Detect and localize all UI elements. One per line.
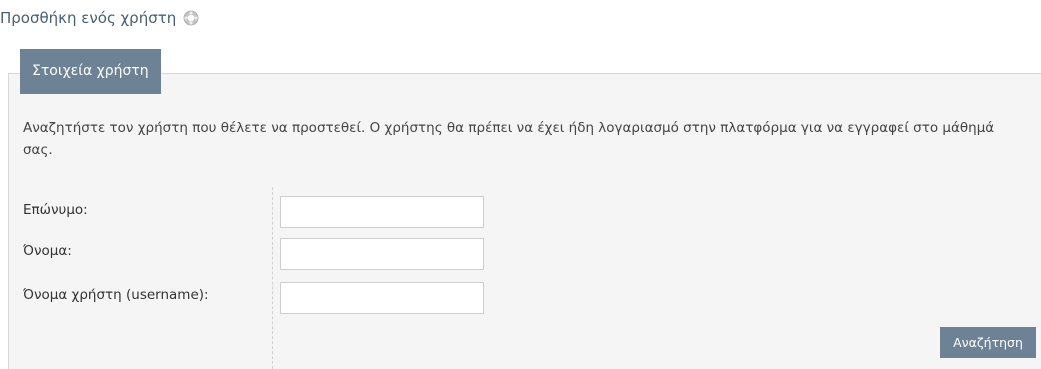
fieldset-legend: Στοιχεία χρήστη (20, 49, 161, 94)
page: Προσθήκη ενός χρήστη Στοιχεία χρήστη Ανα… (0, 0, 1041, 369)
help-lifebuoy-icon[interactable] (183, 10, 199, 26)
search-instructions: Αναζητήστε τον χρήστη που θέλετε να προσ… (23, 120, 995, 158)
page-title-row: Προσθήκη ενός χρήστη (0, 9, 199, 27)
page-title: Προσθήκη ενός χρήστη (0, 9, 177, 27)
label-column-divider (272, 187, 273, 369)
username-label: Όνομα χρήστη (username): (23, 287, 209, 303)
search-button[interactable]: Αναζήτηση (940, 327, 1036, 358)
username-input[interactable] (280, 282, 484, 314)
surname-label: Επώνυμο: (23, 202, 88, 218)
surname-input[interactable] (280, 196, 484, 228)
firstname-label: Όνομα: (23, 243, 72, 259)
firstname-input[interactable] (280, 238, 484, 270)
